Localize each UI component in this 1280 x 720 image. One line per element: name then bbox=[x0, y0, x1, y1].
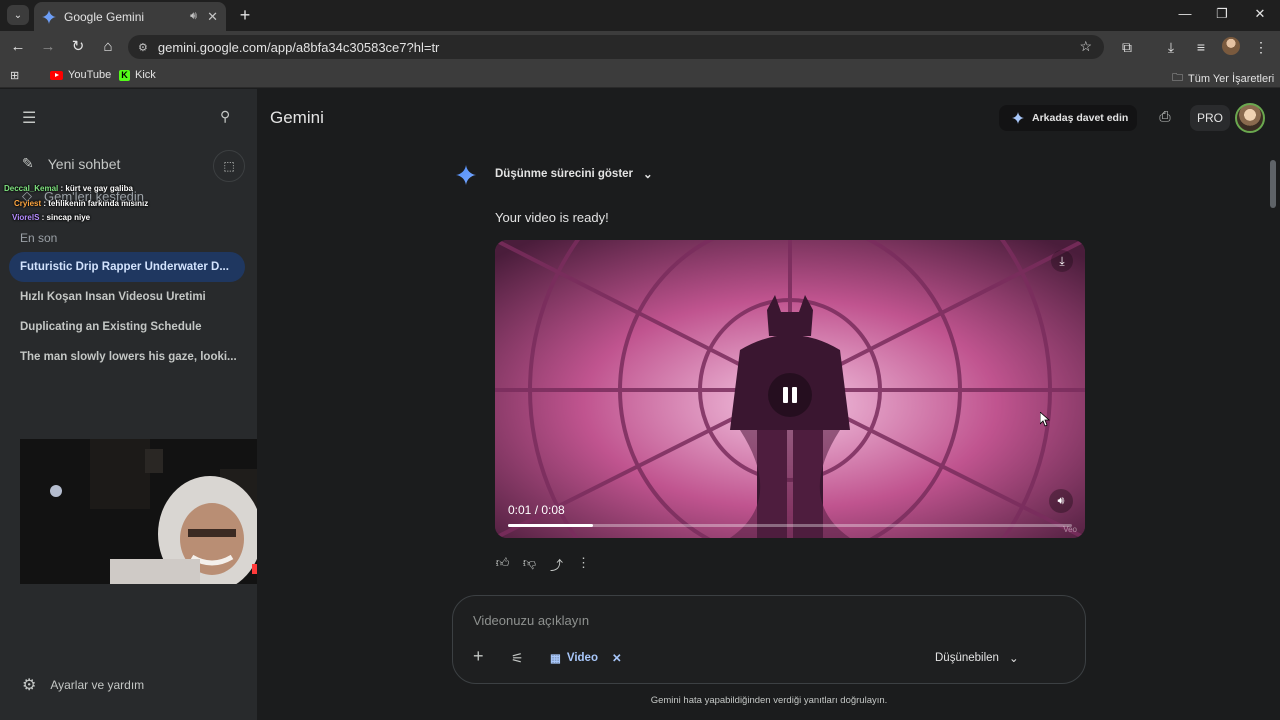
gemini-sparkle-icon bbox=[456, 165, 476, 185]
pause-icon bbox=[792, 387, 797, 403]
sparkle-icon bbox=[1012, 112, 1024, 124]
video-progress-fill bbox=[508, 524, 593, 527]
media-control-icon[interactable]: ≡ bbox=[1191, 38, 1211, 56]
gemini-brand[interactable]: Gemini bbox=[270, 108, 324, 128]
mouse-cursor-icon bbox=[1040, 412, 1051, 427]
add-icon[interactable]: + bbox=[473, 646, 484, 667]
video-icon: ▦ bbox=[550, 653, 561, 665]
account-avatar[interactable] bbox=[1235, 103, 1265, 133]
downloads-icon[interactable]: ⤓ bbox=[1161, 38, 1181, 56]
site-info-icon[interactable]: ⚙ bbox=[138, 41, 148, 54]
veo-watermark: Veo bbox=[1063, 525, 1077, 534]
bookmark-label: Kick bbox=[135, 69, 156, 81]
browser-toolbar: ← → ↻ ⌂ ⚙ gemini.google.com/app/a8bfa34c… bbox=[0, 31, 1280, 63]
minimize-icon[interactable]: — bbox=[1175, 6, 1195, 21]
menu-kebab-icon[interactable]: ⋮ bbox=[1251, 38, 1271, 56]
volume-icon[interactable]: 🔊︎ bbox=[1049, 489, 1073, 513]
response-message: Your video is ready! bbox=[495, 210, 609, 225]
pause-button[interactable] bbox=[768, 373, 812, 417]
tab-audio-icon[interactable]: 🔊︎ bbox=[190, 10, 197, 23]
recent-heading: En son bbox=[20, 231, 58, 245]
youtube-icon bbox=[50, 70, 63, 80]
back-icon[interactable]: ← bbox=[8, 38, 28, 56]
profile-avatar[interactable] bbox=[1222, 37, 1240, 55]
tab-search-button[interactable]: ⌄ bbox=[7, 5, 29, 25]
pro-badge[interactable]: PRO bbox=[1190, 105, 1230, 131]
new-tab-button[interactable]: + bbox=[236, 5, 254, 25]
remove-chip-icon[interactable]: ✕ bbox=[612, 651, 622, 665]
close-window-icon[interactable]: ✕ bbox=[1250, 6, 1270, 22]
tools-icon[interactable]: ⚟ bbox=[511, 650, 524, 667]
bookmarks-bar: ⊞ YouTube K Kick 🗀︎ Tüm Yer İşaretleri bbox=[0, 63, 1280, 88]
reload-icon[interactable]: ↻ bbox=[68, 38, 88, 56]
tab-close-icon[interactable]: ✕ bbox=[207, 9, 218, 25]
chevron-down-icon: ⌄ bbox=[1008, 653, 1019, 665]
extensions-icon[interactable]: ⧉ bbox=[1117, 38, 1137, 56]
invite-friend-button[interactable]: Arkadaş davet edin bbox=[999, 105, 1137, 131]
menu-hamburger-icon[interactable]: ☰ bbox=[22, 108, 36, 128]
settings-label: Ayarlar ve yardım bbox=[50, 678, 145, 692]
pause-icon bbox=[783, 387, 788, 403]
new-chat-button[interactable]: ✎ Yeni sohbet bbox=[22, 155, 120, 172]
gear-icon: ⚙ bbox=[22, 677, 37, 694]
kick-icon: K bbox=[119, 69, 130, 81]
thinking-label: Düşünme sürecini göster bbox=[495, 168, 634, 180]
forward-icon[interactable]: → bbox=[38, 38, 58, 56]
video-timecode: 0:01 / 0:08 bbox=[508, 503, 565, 517]
disclaimer: Gemini hata yapabildiğinden verdiği yanı… bbox=[650, 695, 888, 706]
bookmark-star-icon[interactable]: ☆ bbox=[1079, 38, 1092, 55]
video-chip-label: Video bbox=[566, 652, 598, 664]
prompt-box: Videonuzu açıklayın + ⚟ ▦ Video ✕ Düşüne… bbox=[452, 595, 1086, 684]
response-actions: 👍︎ 👎︎ ⤴ ⋮ bbox=[495, 555, 591, 574]
history-item[interactable]: The man slowly lowers his gaze, looki... bbox=[20, 351, 240, 363]
invite-label: Arkadaş davet edin bbox=[1032, 112, 1129, 124]
show-thinking-toggle[interactable]: Düşünme sürecini göster ⌄ bbox=[495, 167, 653, 181]
home-icon[interactable]: ⌂ bbox=[98, 38, 118, 56]
video-tool-chip[interactable]: ▦ Video ✕ bbox=[550, 651, 622, 665]
history-item[interactable]: Futuristic Drip Rapper Underwater D... bbox=[20, 261, 240, 273]
thumbs-up-icon[interactable]: 👍︎ bbox=[495, 555, 510, 574]
restore-icon[interactable]: ❐ bbox=[1212, 6, 1232, 22]
scrollbar[interactable] bbox=[1270, 160, 1276, 208]
new-chat-label: Yeni sohbet bbox=[47, 155, 121, 172]
thumbs-down-icon[interactable]: 👎︎ bbox=[522, 555, 537, 574]
tab-title: Google Gemini bbox=[64, 9, 145, 24]
overlay-chat-line: Deccal_Kemal : kürt ve gay galiba bbox=[4, 184, 133, 193]
print-icon[interactable]: ⎙ bbox=[1156, 108, 1174, 126]
browser-tabstrip: ⌄ Google Gemini 🔊︎ ✕ + — ❐ ✕ bbox=[0, 0, 1280, 31]
overlay-chat-line: Cryiest : tehlikenin farkında mısınız bbox=[14, 199, 149, 208]
share-icon[interactable]: ⤴ bbox=[549, 555, 564, 574]
address-bar[interactable]: ⚙ gemini.google.com/app/a8bfa34c30583ce7… bbox=[128, 35, 1104, 59]
history-item[interactable]: Duplicating an Existing Schedule bbox=[20, 321, 240, 333]
apps-grid-icon[interactable]: ⊞ bbox=[10, 69, 19, 82]
more-options-icon[interactable]: ⋮ bbox=[576, 555, 591, 574]
folder-icon: 🗀︎ bbox=[1172, 72, 1183, 84]
video-progress-bar[interactable] bbox=[508, 524, 1072, 527]
gemini-favicon-icon bbox=[42, 9, 56, 24]
model-selector[interactable]: Düşünebilen ⌄ bbox=[935, 651, 1019, 665]
browser-tab-gemini[interactable]: Google Gemini 🔊︎ ✕ bbox=[34, 2, 226, 31]
bookmark-youtube[interactable]: YouTube bbox=[50, 69, 111, 81]
overlay-chat-line: ViorelS : sincap niye bbox=[12, 213, 91, 222]
prompt-input[interactable]: Videonuzu açıklayın bbox=[473, 613, 589, 628]
settings-help-button[interactable]: ⚙ Ayarlar ve yardım bbox=[22, 675, 144, 695]
chevron-down-icon: ⌄ bbox=[643, 169, 653, 181]
search-icon[interactable]: ⚲ bbox=[220, 108, 230, 125]
video-player[interactable]: ⤓ 0:01 / 0:08 🔊︎ Veo bbox=[495, 240, 1085, 538]
edit-icon: ✎ bbox=[22, 155, 34, 171]
url-text: gemini.google.com/app/a8bfa34c30583ce7?h… bbox=[157, 39, 440, 55]
all-bookmarks-label: Tüm Yer İşaretleri bbox=[1188, 72, 1275, 85]
download-icon[interactable]: ⤓ bbox=[1051, 250, 1073, 272]
temporary-chat-button[interactable]: ⬚ bbox=[213, 150, 245, 182]
history-item[interactable]: Hızlı Koşan İnsan Videosu Üretimi bbox=[20, 291, 240, 303]
bookmark-kick[interactable]: K Kick bbox=[119, 69, 156, 81]
bookmark-label: YouTube bbox=[68, 69, 112, 81]
all-bookmarks[interactable]: 🗀︎ Tüm Yer İşaretleri bbox=[1172, 69, 1274, 88]
model-label: Düşünebilen bbox=[935, 652, 999, 664]
